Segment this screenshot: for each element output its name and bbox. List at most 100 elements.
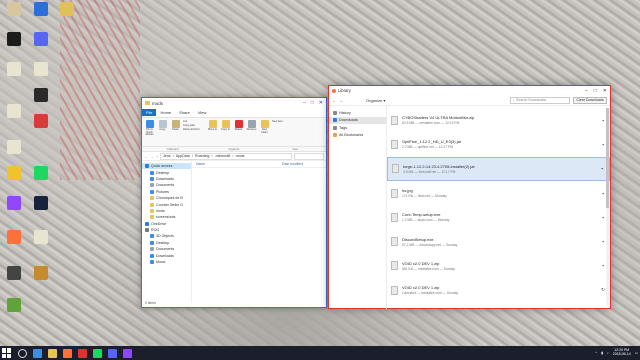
path-segment[interactable]: AppData — [176, 154, 190, 158]
close-button[interactable]: ✕ — [603, 88, 607, 94]
desktop-shortcut[interactable] — [30, 166, 52, 188]
taskbar-app-icon[interactable] — [108, 348, 117, 358]
download-item[interactable]: Core-Temp-setup.exe 1.2 MB — alcpu.com — … — [387, 205, 610, 229]
desktop-shortcut[interactable] — [30, 196, 52, 218]
shortcut-icon — [7, 104, 21, 118]
desktop-shortcut[interactable] — [3, 62, 25, 84]
desktop-shortcut[interactable] — [30, 2, 52, 24]
copy-path-button[interactable]: Copy path — [183, 124, 205, 127]
navigation-pane: Quick access Desktop Downloads Documents Pic… — [142, 161, 192, 303]
desktop-shortcut[interactable] — [3, 166, 25, 188]
tab-share[interactable]: Share — [175, 109, 194, 116]
forward-arrow-icon[interactable]: → — [339, 98, 343, 103]
pin-quick-access-button[interactable]: Pin to Quick access — [144, 120, 155, 137]
explorer-titlebar[interactable]: mods – □ ✕ — [142, 98, 326, 108]
downloads-scrollbar[interactable] — [606, 108, 609, 306]
path-segment[interactable]: Jens — [163, 154, 171, 158]
volume-icon[interactable]: ♪ — [607, 351, 609, 355]
path-segment[interactable]: mods — [236, 154, 245, 158]
download-item[interactable]: ▪ — [387, 302, 610, 309]
library-sidebar-item[interactable]: History — [329, 109, 386, 117]
start-button[interactable] — [2, 348, 12, 358]
library-sidebar-item[interactable]: Downloads — [329, 116, 386, 124]
library-sidebar-item[interactable]: Tags — [329, 124, 386, 132]
taskbar-app-icon[interactable] — [63, 348, 72, 358]
desktop-shortcut[interactable] — [30, 114, 52, 136]
nav-item[interactable]: Music — [142, 259, 191, 265]
tab-view[interactable]: View — [194, 109, 211, 116]
notification-area-chevron-icon[interactable]: ^ — [595, 351, 597, 355]
path-segment[interactable]: Roaming — [195, 154, 209, 158]
minimize-button[interactable]: – — [585, 88, 588, 94]
group-organize: Organize — [228, 147, 240, 151]
column-date-modified[interactable]: Date modified — [282, 162, 322, 166]
download-item[interactable]: hs.jpg 171 KB — flickr.net — Monday ▪ — [387, 181, 610, 205]
desktop-shortcut[interactable] — [3, 104, 25, 126]
taskbar-app-icon[interactable] — [33, 348, 42, 358]
desktop-shortcut[interactable] — [3, 2, 25, 24]
desktop-shortcut[interactable] — [3, 230, 25, 252]
search-icon[interactable] — [18, 348, 27, 358]
file-explorer-window[interactable]: mods – □ ✕ File Home Share View Pin to Q… — [141, 97, 327, 308]
taskbar-app-icon[interactable] — [78, 348, 87, 358]
forward-arrow-icon[interactable]: → — [150, 154, 154, 159]
desktop-shortcut[interactable] — [3, 32, 25, 54]
organize-menu[interactable]: Organize ▾ — [366, 98, 385, 103]
download-item[interactable]: CYBOShaders V4 ULTRA MotionBlur.zip 82.5 … — [387, 108, 610, 132]
delete-button[interactable]: Delete — [233, 120, 244, 132]
copy-to-button[interactable]: Copy to — [220, 120, 231, 132]
copy-button[interactable]: Copy — [157, 120, 168, 132]
path-segment[interactable]: .minecraft — [215, 154, 231, 158]
back-arrow-icon[interactable]: ← — [332, 98, 336, 103]
action-center-icon[interactable]: ▭ — [635, 351, 638, 355]
scrollbar-thumb[interactable] — [606, 108, 609, 208]
desktop-shortcut[interactable] — [30, 32, 52, 54]
desktop-shortcut[interactable] — [3, 266, 25, 288]
maximize-button[interactable]: □ — [594, 88, 597, 94]
download-item[interactable]: DiscordSetup.exe 57.2 MB — discordapp.net… — [387, 229, 610, 253]
cut-button[interactable]: Cut — [183, 120, 205, 123]
taskbar-app-icon[interactable] — [93, 348, 102, 358]
column-name[interactable]: Name — [196, 162, 282, 166]
search-downloads-input[interactable]: ⌕ Search Downloads — [510, 96, 570, 104]
desktop-shortcut[interactable] — [3, 298, 25, 320]
download-item[interactable]: OptiFine_1.12.2_HD_U_E3(3).jar 2.2 MB — o… — [387, 132, 610, 156]
paste-button[interactable]: Paste — [170, 120, 181, 132]
network-icon[interactable]: ▮ — [601, 351, 603, 355]
library-window[interactable]: Library – □ ✕ ← → Organize ▾ ⌕ Search Do… — [328, 85, 611, 309]
clock[interactable]: 12:20 PM 2018-06-14 — [613, 348, 631, 357]
address-path[interactable]: Jens › AppData › Roaming › .minecraft › mods — [160, 152, 292, 160]
library-sidebar-item[interactable]: All Bookmarks — [329, 132, 386, 140]
library-titlebar[interactable]: Library – □ ✕ — [329, 86, 610, 95]
nav-item-label: Downloads — [156, 253, 174, 258]
move-to-button[interactable]: Move to — [207, 120, 218, 132]
close-button[interactable]: ✕ — [319, 100, 323, 106]
downloads-list[interactable]: CYBOShaders V4 ULTRA MotionBlur.zip 82.5 … — [387, 106, 610, 309]
download-item[interactable]: VOID v2.0 DEV 1.zip 561 KB — mediafire.co… — [387, 254, 610, 278]
back-arrow-icon[interactable]: ← — [144, 154, 148, 159]
rename-button[interactable]: Rename — [246, 120, 257, 132]
download-item[interactable]: VOID v2.0 DEV 1.zip Canceled — mediafire.… — [387, 278, 610, 302]
new-item-button[interactable]: New item — [272, 120, 294, 123]
tab-home[interactable]: Home — [156, 109, 175, 116]
up-arrow-icon[interactable]: ↑ — [156, 154, 158, 159]
desktop-shortcut[interactable] — [30, 62, 52, 84]
desktop-shortcut[interactable] — [30, 88, 52, 110]
maximize-button[interactable]: □ — [311, 100, 314, 106]
clear-downloads-button[interactable]: Clear Downloads — [573, 96, 607, 104]
open-folder-icon[interactable]: ▪ — [599, 166, 605, 172]
desktop-shortcut[interactable] — [3, 196, 25, 218]
taskbar-app-icon[interactable] — [123, 348, 132, 358]
paste-shortcut-button[interactable]: Paste shortcut — [183, 128, 205, 131]
desktop-shortcut[interactable] — [3, 140, 25, 162]
taskbar-app-icon[interactable] — [48, 348, 57, 358]
desktop-shortcut[interactable] — [30, 230, 52, 252]
file-list[interactable]: Name Date modified — [192, 161, 326, 303]
minimize-button[interactable]: – — [303, 100, 306, 106]
desktop-shortcut[interactable] — [56, 2, 78, 24]
download-item[interactable]: forge-1.12.2-14.23.4.2705-installer(2).j… — [387, 156, 610, 181]
tab-file[interactable]: File — [142, 109, 157, 116]
new-folder-button[interactable]: New folder — [259, 120, 270, 134]
explorer-search-input[interactable] — [294, 152, 324, 160]
desktop-shortcut[interactable] — [30, 266, 52, 288]
